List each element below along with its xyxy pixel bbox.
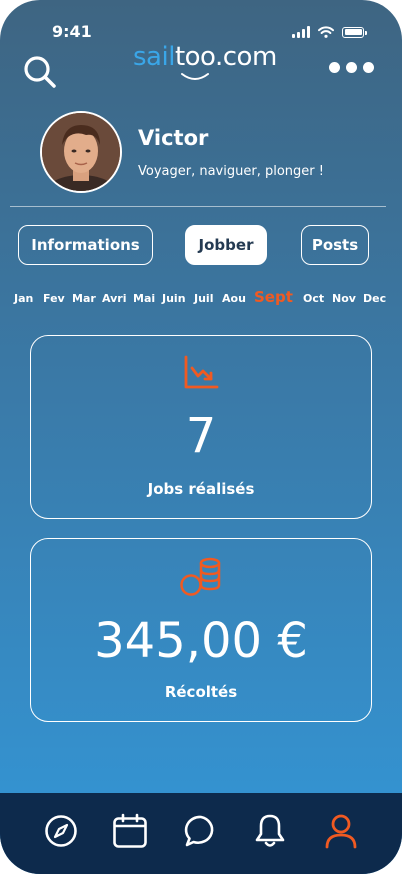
signal-icon bbox=[292, 26, 310, 38]
profile-bio: Voyager, naviguer, plonger ! bbox=[138, 164, 324, 179]
profile-name: Victor bbox=[138, 126, 209, 150]
nav-calendar-button[interactable] bbox=[112, 813, 148, 849]
jobs-card: 7 Jobs réalisés bbox=[30, 335, 372, 519]
month-jun[interactable]: Juin bbox=[162, 292, 186, 305]
nav-explore-button[interactable] bbox=[43, 813, 79, 849]
month-aug[interactable]: Aou bbox=[222, 292, 246, 305]
tab-jobber[interactable]: Jobber bbox=[185, 225, 267, 265]
earnings-label: Récoltés bbox=[164, 683, 238, 701]
chat-icon bbox=[184, 815, 214, 847]
month-dec[interactable]: Dec bbox=[363, 292, 386, 305]
month-feb[interactable]: Fev bbox=[43, 292, 65, 305]
sailtoo-logo: sailtoo.com bbox=[133, 42, 277, 86]
search-icon bbox=[24, 56, 56, 88]
user-icon bbox=[325, 814, 357, 849]
month-apr[interactable]: Avri bbox=[102, 292, 127, 305]
month-nov[interactable]: Nov bbox=[332, 292, 356, 305]
calendar-icon bbox=[113, 813, 147, 848]
logo-too-text: too bbox=[174, 42, 216, 72]
month-jul[interactable]: Juil bbox=[194, 292, 213, 305]
battery-icon bbox=[342, 26, 367, 38]
chart-down-icon bbox=[183, 354, 219, 394]
month-may[interactable]: Mai bbox=[133, 292, 155, 305]
phone-screen: 9:41 sailtoo.com Victor Voyager, navigue… bbox=[0, 0, 402, 874]
nav-notifications-button[interactable] bbox=[252, 813, 288, 849]
wifi-icon bbox=[318, 26, 334, 38]
nav-profile-button[interactable] bbox=[323, 813, 359, 849]
logo-smile-icon bbox=[181, 73, 209, 80]
earnings-card: 345,00 € Récoltés bbox=[30, 538, 372, 722]
more-icon bbox=[329, 62, 340, 73]
tab-informations[interactable]: Informations bbox=[18, 225, 153, 265]
month-oct[interactable]: Oct bbox=[303, 292, 324, 305]
month-mar[interactable]: Mar bbox=[72, 292, 96, 305]
logo-com-text: .com bbox=[215, 42, 277, 72]
avatar[interactable] bbox=[40, 111, 122, 193]
avatar-image bbox=[42, 113, 120, 191]
jobs-label: Jobs réalisés bbox=[147, 480, 255, 498]
logo-sail-text: sail bbox=[133, 42, 175, 72]
earnings-amount: 345,00 € bbox=[94, 613, 308, 669]
tab-posts[interactable]: Posts bbox=[301, 225, 369, 265]
compass-icon bbox=[45, 815, 77, 847]
status-time: 9:41 bbox=[52, 22, 92, 41]
bell-icon bbox=[255, 814, 285, 847]
more-options-button[interactable] bbox=[329, 62, 374, 73]
month-jan[interactable]: Jan bbox=[14, 292, 33, 305]
search-button[interactable] bbox=[22, 54, 58, 90]
profile-section: Victor Voyager, naviguer, plonger ! bbox=[0, 110, 402, 196]
jobs-count: 7 bbox=[185, 408, 217, 464]
profile-tabs: Informations Jobber Posts bbox=[0, 225, 402, 267]
coins-icon bbox=[179, 557, 223, 601]
month-selector: Jan Fev Mar Avri Mai Juin Juil Aou Sept … bbox=[0, 286, 402, 310]
divider bbox=[10, 206, 386, 207]
month-sep[interactable]: Sept bbox=[254, 288, 293, 306]
status-icons bbox=[292, 26, 367, 38]
app-header: sailtoo.com bbox=[0, 40, 402, 90]
nav-messages-button[interactable] bbox=[183, 813, 219, 849]
bottom-nav bbox=[0, 793, 402, 874]
